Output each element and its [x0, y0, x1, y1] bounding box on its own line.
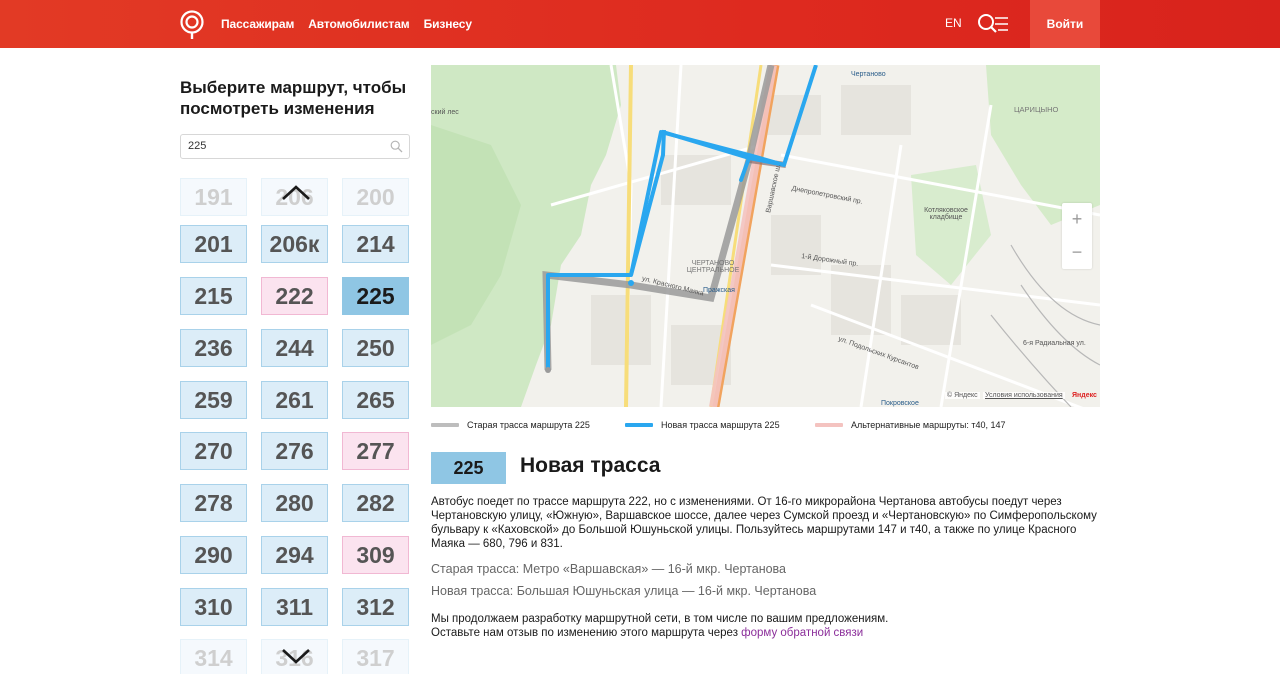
route-tile-201[interactable]: 201: [180, 225, 247, 263]
search-icon[interactable]: [390, 140, 403, 153]
route-tile-259[interactable]: 259: [180, 381, 247, 419]
route-tile-314[interactable]: 314: [180, 639, 247, 674]
route-tile-294[interactable]: 294: [261, 536, 328, 574]
legend-old-label: Старая трасса маршрута 225: [467, 420, 590, 430]
zoom-control: + −: [1062, 203, 1092, 269]
legend-alt-label: Альтернативные маршруты: т40, 147: [851, 420, 1006, 430]
map-label-pokrovskoe: Покровское: [881, 400, 919, 407]
route-tile-191[interactable]: 191: [180, 178, 247, 216]
route-tile-276[interactable]: 276: [261, 432, 328, 470]
route-tile-250[interactable]: 250: [342, 329, 409, 367]
route-tile-312[interactable]: 312: [342, 588, 409, 626]
feedback-line-1: Мы продолжаем разработку маршрутной сети…: [431, 613, 889, 625]
map-copyright: © Яндекс: [945, 392, 980, 399]
map-terms-link[interactable]: Условия использования: [983, 392, 1065, 399]
route-tile-225[interactable]: 225: [342, 277, 409, 315]
route-search[interactable]: [180, 134, 410, 159]
map-label-radialnaya: 6-я Радиальная ул.: [1023, 340, 1086, 347]
map-label-prazhskaya: Пражская: [703, 287, 735, 294]
map-canvas[interactable]: [431, 65, 1100, 407]
nav-motorists[interactable]: Автомобилистам: [308, 17, 409, 31]
feedback-line-2: Оставьте нам отзыв по изменению этого ма…: [431, 626, 888, 640]
route-tile-222[interactable]: 222: [261, 277, 328, 315]
route-description: Автобус поедет по трассе маршрута 222, н…: [431, 496, 1097, 550]
map-label-park: ский лес: [431, 109, 459, 116]
nav-passengers[interactable]: Пассажирам: [221, 17, 294, 31]
zoom-out-button[interactable]: −: [1062, 236, 1092, 269]
map-label-district: ЧЕРТАНОВО ЦЕНТРАЛЬНОЕ: [686, 260, 740, 274]
map-label-cemetery: Котляковское кладбище: [924, 207, 968, 221]
main-nav: Пассажирам Автомобилистам Бизнесу: [221, 0, 472, 48]
legend-old: Старая трасса маршрута 225: [431, 420, 590, 430]
legend-new-swatch: [625, 423, 653, 427]
route-number-badge: 225: [431, 452, 506, 484]
language-switch[interactable]: EN: [945, 16, 962, 30]
route-tile-309[interactable]: 309: [342, 536, 409, 574]
route-tile-206к[interactable]: 206к: [261, 225, 328, 263]
header: Пассажирам Автомобилистам Бизнесу EN Вой…: [0, 0, 1280, 48]
legend-alt-swatch: [815, 423, 843, 427]
route-tile-290[interactable]: 290: [180, 536, 247, 574]
route-map[interactable]: ский лес Чертаново ЦАРИЦЫНО Котляковское…: [431, 65, 1100, 407]
scroll-down-arrow-icon[interactable]: [280, 647, 312, 665]
feedback-form-link[interactable]: форму обратной связи: [741, 627, 863, 639]
feedback-line-2-text: Оставьте нам отзыв по изменению этого ма…: [431, 627, 738, 639]
route-tile-282[interactable]: 282: [342, 484, 409, 522]
route-tile-200[interactable]: 200: [342, 178, 409, 216]
route-tile-277[interactable]: 277: [342, 432, 409, 470]
route-list: 317 316 314 312 311 310 309 294 290 282 280 278 277 2…: [180, 174, 412, 674]
route-tile-214[interactable]: 214: [342, 225, 409, 263]
route-change-title: Новая трасса: [520, 454, 661, 477]
route-tile-261[interactable]: 261: [261, 381, 328, 419]
route-tile-310[interactable]: 310: [180, 588, 247, 626]
route-search-input[interactable]: [188, 140, 388, 152]
route-tile-270[interactable]: 270: [180, 432, 247, 470]
metro-logo-icon[interactable]: [179, 10, 205, 40]
legend-old-swatch: [431, 423, 459, 427]
legend-alt: Альтернативные маршруты: т40, 147: [815, 420, 1006, 430]
legend-new-label: Новая трасса маршрута 225: [661, 420, 780, 430]
route-tile-280[interactable]: 280: [261, 484, 328, 522]
new-route-text: Новая трасса: Большая Юшуньская улица — …: [431, 584, 817, 598]
zoom-in-button[interactable]: +: [1062, 203, 1092, 236]
old-route-text: Старая трасса: Метро «Варшавская» — 16-й…: [431, 562, 786, 576]
nav-business[interactable]: Бизнесу: [424, 17, 472, 31]
route-tile-311[interactable]: 311: [261, 588, 328, 626]
route-tile-244[interactable]: 244: [261, 329, 328, 367]
feedback-note: Мы продолжаем разработку маршрутной сети…: [431, 612, 888, 640]
route-tile-236[interactable]: 236: [180, 329, 247, 367]
map-label-chertanovo: Чертаново: [851, 71, 886, 78]
legend-new: Новая трасса маршрута 225: [625, 420, 780, 430]
page-title: Выберите маршрут, чтобы посмотреть измен…: [180, 78, 407, 118]
route-tile-278[interactable]: 278: [180, 484, 247, 522]
route-tile-215[interactable]: 215: [180, 277, 247, 315]
route-tile-317[interactable]: 317: [342, 639, 409, 674]
scroll-up-arrow-icon[interactable]: [280, 184, 312, 202]
map-label-tsaritsyno: ЦАРИЦЫНО: [1014, 105, 1059, 114]
route-tile-265[interactable]: 265: [342, 381, 409, 419]
yandex-logo: Яндекс: [1072, 392, 1097, 399]
login-button[interactable]: Войти: [1030, 0, 1100, 48]
search-menu-icon[interactable]: [977, 13, 1009, 35]
